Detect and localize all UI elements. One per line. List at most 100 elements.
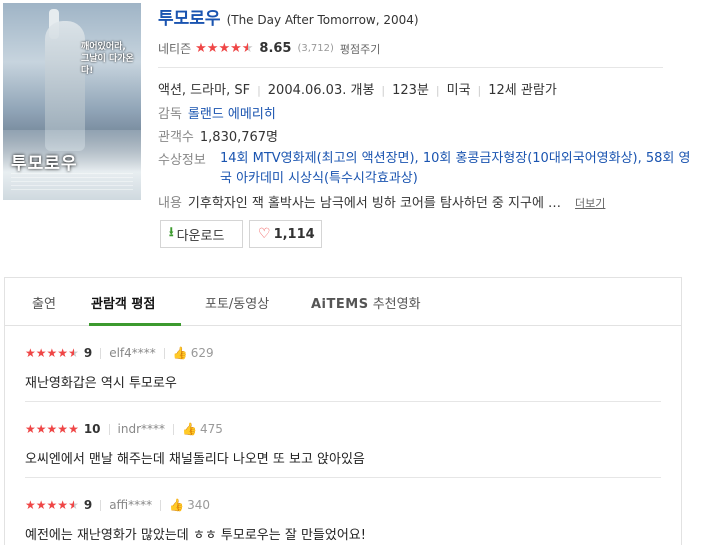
review-score: 10 [83,422,101,436]
heart-icon: ♡ [258,226,271,242]
reviews-panel: 출연 관람객 평점 포토/동영상 AiTEMS 추천영화 ★ ★ ★ ★ ★ 9 elf… [4,277,682,545]
synopsis-row: 내용 기후학자인 잭 홀박사는 남극에서 빙하 코어를 탐사하던 중 지구에 … 더… [158,192,605,211]
poster-title: 투모로우 [11,154,78,174]
star-icon: ★ [206,40,219,56]
like-button[interactable]: ♡ 1,114 [249,220,322,248]
audience-count: 1,830,767명 [199,130,279,145]
audience-label: 관객수 [158,130,194,145]
download-arrow-icon: ⭳ [169,225,174,240]
meta-separator: | [257,84,261,97]
review-user: elf4**** [109,346,156,360]
review-text: 예전에는 재난영화가 많았는데 ㅎㅎ 투모로우는 잘 만들었어요! [25,528,366,543]
active-tab-indicator [89,323,181,326]
review-text: 오씨엔에서 맨날 해주는데 채널돌리다 나오면 또 보고 앉아있음 [25,452,365,467]
director-link[interactable]: 롤랜드 에메리히 [188,107,276,122]
rating-score: 8.65 [259,41,292,56]
synopsis-text: 기후학자인 잭 홀박사는 남극에서 빙하 코어를 탐사하던 중 지구에 … [187,196,562,211]
download-button[interactable]: ⭳ 다운로드 [160,220,243,248]
awards-text[interactable]: 14회 MTV영화제(최고의 액션장면), 10회 홍콩금자형장(10대외국어영… [220,149,698,189]
review-likes: 475 [199,422,223,436]
separator [108,423,110,435]
star-icon: ★ [68,422,79,436]
half-star-icon: ★ [68,346,79,360]
movie-title[interactable]: 투모로우 [158,9,221,29]
aitems-logo: AiTEMS [311,297,369,312]
review-user: affi**** [109,498,153,512]
tab-bar: 출연 관람객 평점 포토/동영상 AiTEMS 추천영화 [5,278,681,326]
age-rating: 12세 관람가 [488,83,557,98]
review-head: ★ ★ ★ ★ ★ 9 elf4**** 👍 629 [25,346,214,360]
netizen-label: 네티즌 [158,42,192,56]
star-icon: ★ [46,422,58,436]
half-star-icon: ★ [68,498,79,512]
movie-original-title: (The Day After Tomorrow, 2004) [226,13,419,27]
country: 미국 [446,83,471,98]
thumb-up-icon[interactable]: 👍 [169,498,184,512]
review-divider [25,477,661,478]
audience-row: 관객수 1,830,767명 [158,126,278,145]
director-label: 감독 [158,107,182,122]
separator [100,499,102,511]
review-likes: 629 [190,346,214,360]
star-icon: ★ [35,346,47,360]
review-stars: ★ ★ ★ ★ ★ [25,422,79,436]
star-icon: ★ [25,346,36,360]
meta-separator: | [381,84,386,97]
awards-label: 수상정보 [158,153,206,168]
poster-credits [11,173,133,191]
title-row: 투모로우 (The Day After Tomorrow, 2004) [158,4,419,29]
director-row: 감독 롤랜드 에메리히 [158,103,276,122]
release-date: 2004.06.03. 개봉 [267,83,375,98]
thumb-up-icon[interactable]: 👍 [182,422,197,436]
review-divider [25,401,661,402]
star-icon: ★ [25,422,36,436]
tab-recommend[interactable]: AiTEMS 추천영화 [311,293,421,312]
review-score: 9 [83,346,93,360]
star-icon: ★ [230,40,242,56]
review-stars: ★ ★ ★ ★ ★ [25,346,79,360]
tab-cast[interactable]: 출연 [32,293,56,312]
star-icon: ★ [46,498,58,512]
half-star-icon: ★ [241,40,254,56]
separator [100,347,102,359]
star-icon: ★ [218,40,231,56]
like-count: 1,114 [273,226,315,242]
review-likes: 340 [187,498,211,512]
separator [173,423,175,435]
separator [160,499,162,511]
rate-link[interactable]: 평점주기 [340,41,380,57]
rating-count: (3,712) [297,43,334,54]
runtime: 123분 [392,83,429,98]
star-icon: ★ [35,422,47,436]
review-score: 9 [83,498,93,512]
rating-stars: ★ ★ ★ ★ ★ [195,40,254,56]
star-icon: ★ [57,422,69,436]
tab-recommend-label: 추천영화 [372,297,421,312]
review-stars: ★ ★ ★ ★ ★ [25,498,79,512]
movie-poster[interactable]: 깨어있어라, 그날이 다가온다! 투모로우 [3,3,141,200]
meta-separator: | [477,84,482,97]
meta-separator: | [435,84,440,97]
thumb-up-icon[interactable]: 👍 [173,346,188,360]
tab-photo-video[interactable]: 포토/동영상 [205,293,269,312]
more-link[interactable]: 더보기 [575,197,605,210]
review-text: 재난영화갑은 역시 투모로우 [25,376,177,391]
separator [163,347,165,359]
download-label: 다운로드 [176,228,225,244]
star-icon: ★ [25,498,36,512]
poster-tagline: 깨어있어라, 그날이 다가온다! [81,42,134,76]
star-icon: ★ [35,498,47,512]
movie-meta-row: 액션, 드라마, SF | 2004.06.03. 개봉 | 123분 | 미국 | 12세 관… [158,79,557,98]
review-user: indr**** [117,422,166,436]
star-icon: ★ [195,40,207,56]
review-head: ★ ★ ★ ★ ★ 10 indr**** 👍 475 [25,422,223,436]
info-divider [158,67,663,68]
star-icon: ★ [57,498,69,512]
genre: 액션, 드라마, SF [158,83,251,98]
tab-audience-rating[interactable]: 관람객 평점 [91,293,155,312]
review-head: ★ ★ ★ ★ ★ 9 affi**** 👍 340 [25,498,210,512]
synopsis-label: 내용 [158,196,182,211]
netizen-rating-row: 네티즌 ★ ★ ★ ★ ★ 8.65 (3,712) 평점주기 [158,40,380,57]
star-icon: ★ [57,346,69,360]
star-icon: ★ [46,346,58,360]
